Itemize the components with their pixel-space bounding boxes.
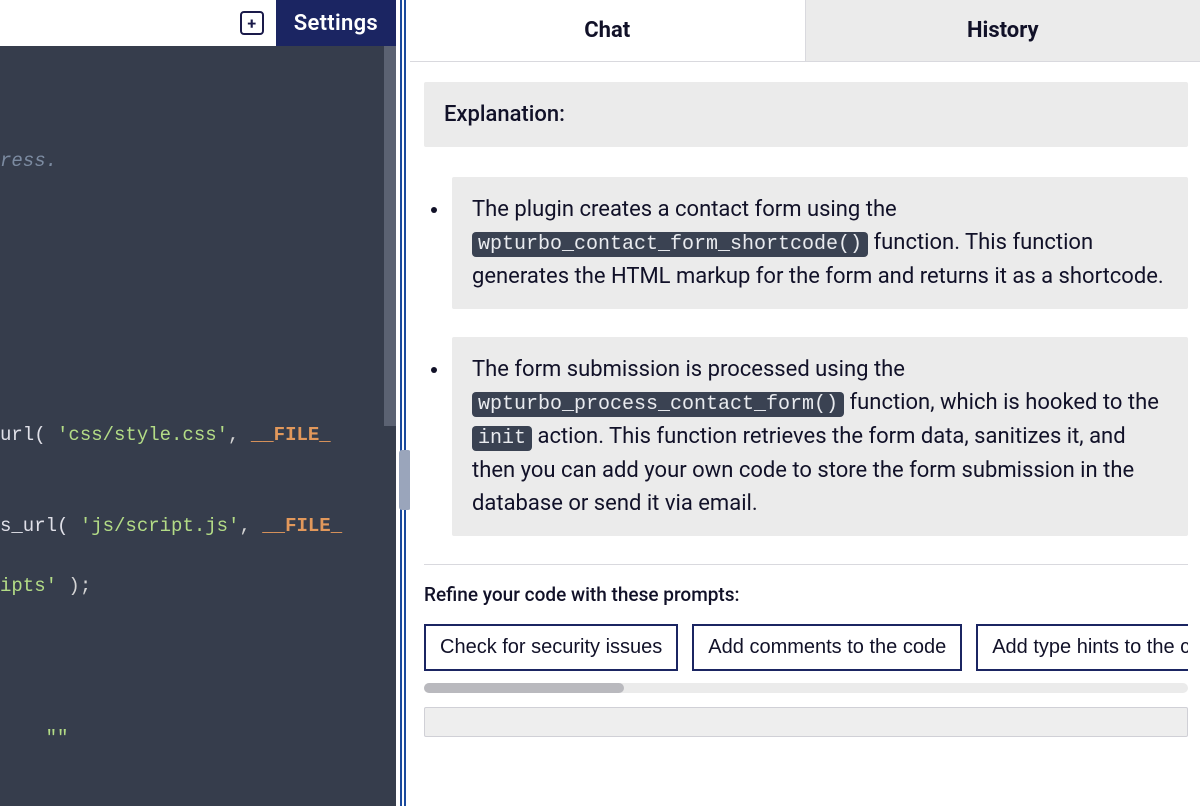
code-line: s_url( 'js/script.js', __FILE_ [0, 511, 396, 541]
text-run: The form submission is processed using t… [472, 357, 905, 382]
editor-toolbar: + Settings [0, 0, 396, 46]
editor-vertical-scrollbar[interactable] [384, 46, 396, 426]
explanation-text: The plugin creates a contact form using … [452, 177, 1188, 309]
code-line [0, 541, 396, 571]
code-line [0, 480, 396, 510]
code-line: ress. [0, 146, 396, 176]
inline-code: wpturbo_contact_form_shortcode() [472, 232, 868, 257]
plus-icon: + [240, 11, 264, 35]
code-line [0, 450, 396, 480]
explanation-item: The plugin creates a contact form using … [450, 177, 1188, 309]
tab-history[interactable]: History [805, 0, 1200, 61]
chat-input[interactable] [424, 707, 1188, 737]
explanation-text: The form submission is processed using t… [452, 337, 1188, 536]
code-line [0, 298, 396, 328]
code-editor-panel: + Settings ress. url( 'css/style.css', _… [0, 0, 396, 806]
refine-prompt-button[interactable]: Add type hints to the code [976, 624, 1188, 671]
text-run: function, which is hooked to the [844, 390, 1159, 415]
code-line [0, 207, 396, 237]
explanation-header: Explanation: [424, 82, 1188, 147]
code-line [0, 237, 396, 267]
explanation-list: The plugin creates a contact form using … [424, 177, 1188, 536]
code-line: "" [0, 723, 396, 753]
refine-prompt-button[interactable]: Add comments to the code [692, 624, 962, 671]
explanation-item: The form submission is processed using t… [450, 337, 1188, 536]
section-divider [424, 564, 1188, 565]
tab-chat[interactable]: Chat [410, 0, 805, 61]
text-run: The plugin creates a contact form using … [472, 197, 897, 222]
inline-code: wpturbo_process_contact_form() [472, 392, 844, 417]
prompt-horizontal-scrollbar[interactable] [424, 683, 1188, 693]
chat-tabs: Chat History [410, 0, 1200, 62]
code-line: ipts' ); [0, 571, 396, 601]
code-line [0, 389, 396, 419]
refine-prompt-button[interactable]: Check for security issues [424, 624, 678, 671]
refine-prompt-row: Check for security issues Add comments to… [424, 624, 1188, 671]
code-line [0, 328, 396, 358]
text-run: action. This function retrieves the form… [472, 424, 1134, 516]
settings-button[interactable]: Settings [276, 0, 396, 46]
code-line [0, 632, 396, 662]
code-line [0, 268, 396, 298]
panel-resize-handle[interactable] [396, 0, 410, 806]
code-line [0, 693, 396, 723]
inline-code: init [472, 426, 532, 451]
code-line [0, 359, 396, 389]
code-line: url( 'css/style.css', __FILE_ [0, 420, 396, 450]
code-line [0, 663, 396, 693]
scrollbar-thumb[interactable] [424, 683, 624, 693]
code-editor-body[interactable]: ress. url( 'css/style.css', __FILE_ s_ur… [0, 46, 396, 806]
chat-content: Explanation: The plugin creates a contac… [410, 62, 1200, 806]
add-button[interactable]: + [234, 8, 270, 38]
chat-panel: Chat History Explanation: The plugin cre… [410, 0, 1200, 806]
refine-prompts-label: Refine your code with these prompts: [424, 581, 1188, 610]
code-line [0, 176, 396, 206]
code-line [0, 602, 396, 632]
